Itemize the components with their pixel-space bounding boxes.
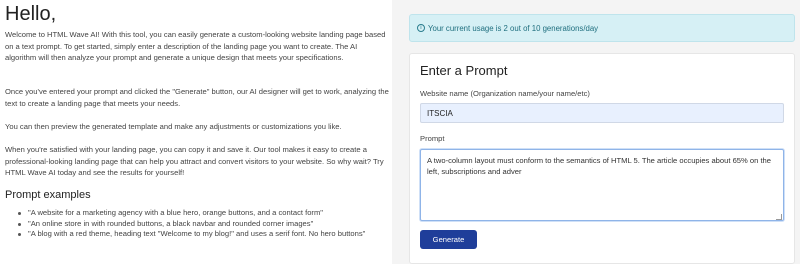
website-name-label: Website name (Organization name/your nam… (420, 89, 590, 98)
example-item: "A website for a marketing agency with a… (16, 208, 376, 219)
prompt-textarea[interactable]: A two-column layout must conform to the … (420, 149, 784, 221)
usage-alert: i Your current usage is 2 out of 10 gene… (409, 14, 795, 42)
generate-button[interactable]: Generate (420, 230, 477, 249)
website-name-input[interactable]: ITSCIA (420, 103, 784, 123)
info-icon: i (417, 24, 425, 32)
generate-paragraph: Once you've entered your prompt and clic… (5, 87, 389, 108)
form-title: Enter a Prompt (420, 63, 508, 78)
resize-handle-icon[interactable] (776, 214, 782, 220)
save-paragraph: When you're satisfied with your landing … (5, 145, 384, 177)
prompt-form-card: Enter a Prompt Website name (Organizatio… (409, 53, 795, 264)
prompt-label: Prompt (420, 134, 445, 143)
intro-paragraph: Welcome to HTML Wave AI! With this tool,… (5, 30, 386, 62)
intro-panel: Hello, Welcome to HTML Wave AI! With thi… (0, 0, 392, 264)
preview-paragraph: You can then preview the generated templ… (5, 122, 342, 131)
example-item: "A blog with a red theme, heading text "… (16, 229, 376, 240)
usage-text: Your current usage is 2 out of 10 genera… (428, 23, 599, 33)
example-item: "An online store in with rounded buttons… (16, 219, 376, 230)
examples-heading: Prompt examples (5, 189, 91, 201)
examples-list: "A website for a marketing agency with a… (16, 208, 376, 240)
greeting-heading: Hello, (5, 3, 57, 25)
